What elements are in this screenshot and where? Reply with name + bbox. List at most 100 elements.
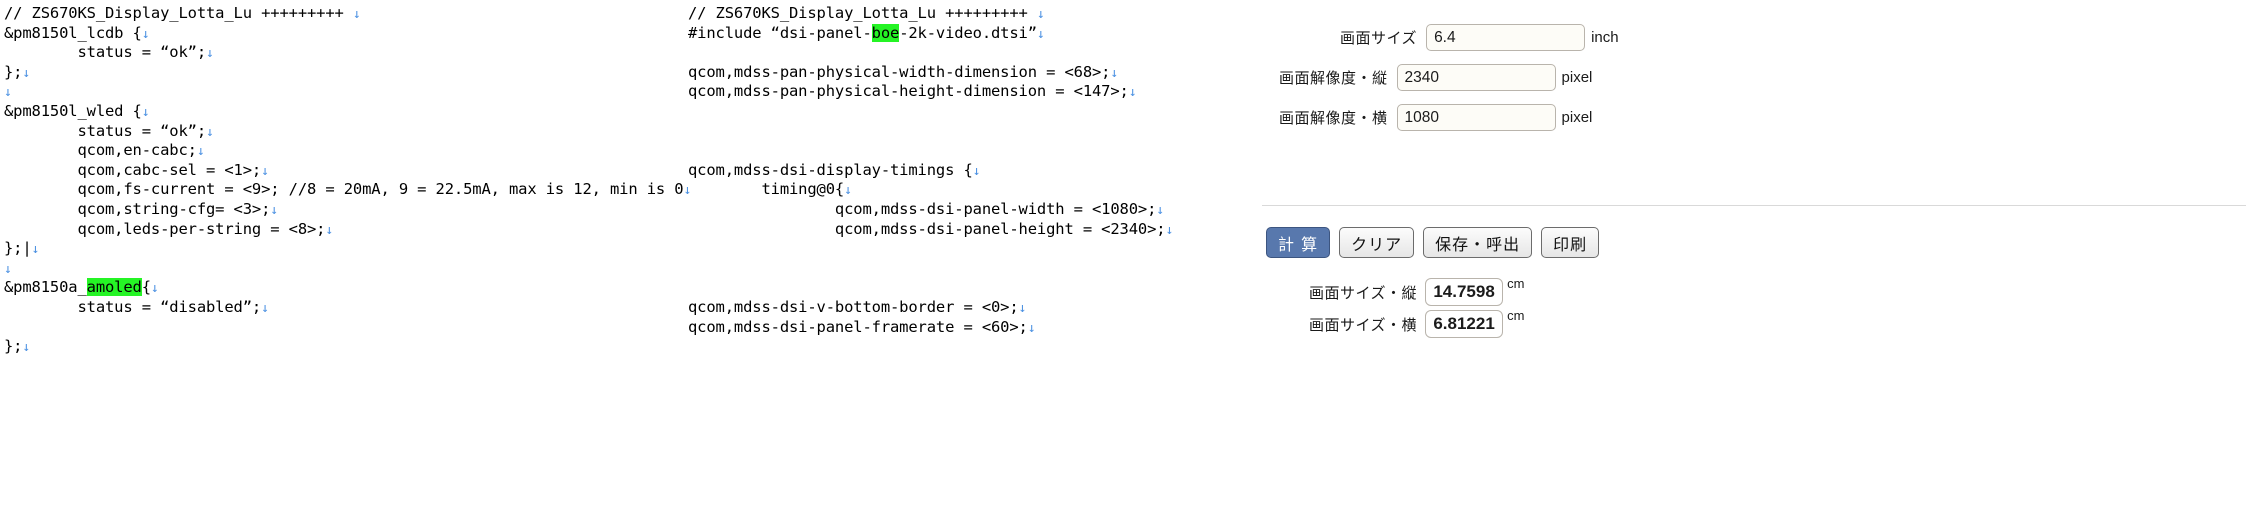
code-line: };↓	[4, 63, 691, 83]
code-text: };	[4, 337, 23, 356]
code-text: status = “disabled”;	[4, 297, 262, 316]
line-break-icon: ↓	[206, 124, 214, 140]
panel-divider	[1262, 205, 2246, 206]
code-line: status = “disabled”;↓	[4, 298, 691, 318]
result-unit: cm	[1507, 276, 1525, 291]
search-highlight: amoled	[86, 278, 142, 297]
field-unit: inch	[1591, 29, 1619, 46]
code-text: };|	[4, 239, 32, 258]
code-text: qcom,mdss-dsi-panel-height = <2340>;	[688, 219, 1166, 238]
code-line: qcom,fs-current = <9>; //8 = 20mA, 9 = 2…	[4, 180, 691, 200]
calculator-field-row: 画面解像度・横 pixel	[1279, 104, 1592, 131]
code-text: qcom,mdss-pan-physical-height-dimension …	[688, 82, 1129, 101]
calculator-button-row: 計 算クリア 保存・呼出 印刷	[1266, 227, 1600, 258]
line-break-icon: ↓	[844, 183, 852, 199]
code-text: &pm8150l_wled {	[4, 101, 142, 120]
code-text: qcom,en-cabc;	[4, 141, 197, 160]
field-label: 画面サイズ	[1340, 29, 1418, 47]
code-listing-left: // ZS670KS_Display_Lotta_Lu +++++++++ ↓ &…	[4, 4, 691, 357]
code-line: #include “dsi-panel-boe-2k-video.dtsi”↓	[688, 23, 1173, 44]
line-break-icon: ↓	[31, 242, 40, 258]
field-label: 画面解像度・縦	[1279, 69, 1388, 87]
code-line: // ZS670KS_Display_Lotta_Lu +++++++++ ↓	[688, 4, 1173, 24]
code-line: ↓	[4, 82, 691, 102]
calculator-button-3[interactable]: 印刷	[1541, 227, 1600, 258]
field-unit: pixel	[1561, 69, 1593, 86]
result-value-0: 14.7598	[1425, 278, 1504, 306]
line-break-icon: ↓	[1110, 65, 1119, 81]
code-line: qcom,mdss-dsi-display-timings {↓	[688, 161, 1173, 181]
line-break-icon: ↓	[270, 202, 278, 218]
code-listing-middle: // ZS670KS_Display_Lotta_Lu +++++++++ ↓ #…	[688, 4, 1173, 337]
code-text: timing@0{	[688, 180, 845, 199]
code-line: qcom,mdss-dsi-panel-width = <1080>;↓	[688, 200, 1173, 220]
result-label: 画面サイズ・縦	[1309, 283, 1418, 302]
code-text: &pm8150a_	[4, 278, 87, 297]
line-break-icon: ↓	[1027, 320, 1036, 336]
code-line: qcom,mdss-dsi-v-bottom-border = <0>;↓	[688, 298, 1173, 318]
result-value-1: 6.81221	[1425, 310, 1504, 338]
screen-size-calculator-panel: 画面サイズ inch 画面解像度・縦 pixel 画面解像度・横 pixel 計 算クリア…	[1262, 0, 2246, 527]
line-break-icon: ↓	[141, 104, 150, 120]
result-label: 画面サイズ・横	[1309, 315, 1418, 334]
code-text: -2k-video.dtsi”	[899, 23, 1037, 42]
calculator-button-0[interactable]: 計 算	[1266, 227, 1331, 258]
code-line: &pm8150l_wled {↓	[4, 102, 691, 122]
code-line: &pm8150l_lcdb {↓	[4, 24, 691, 44]
field-unit: pixel	[1561, 109, 1593, 126]
code-text: qcom,mdss-pan-physical-width-dimension =…	[688, 62, 1111, 81]
line-break-icon: ↓	[1128, 85, 1137, 101]
code-text: #include “dsi-panel-	[688, 23, 872, 42]
line-break-icon: ↓	[325, 222, 334, 238]
code-line: &pm8150a_amoled{↓	[4, 278, 691, 298]
line-break-icon: ↓	[261, 300, 269, 316]
line-break-icon: ↓	[261, 163, 269, 179]
calculator-button-2[interactable]: 保存・呼出	[1423, 227, 1533, 258]
line-break-icon: ↓	[4, 85, 12, 101]
code-line: };↓	[4, 337, 691, 357]
code-line: };|↓	[4, 239, 691, 259]
line-break-icon: ↓	[141, 26, 150, 42]
field-input-2[interactable]	[1396, 104, 1556, 131]
calculator-result-row: 画面サイズ・横 6.81221 cm	[1309, 308, 1524, 338]
search-highlight: boe	[871, 23, 900, 42]
code-text: status = “ok”;	[4, 43, 206, 62]
code-line: qcom,mdss-dsi-panel-height = <2340>;↓	[688, 220, 1173, 240]
code-text: // ZS670KS_Display_Lotta_Lu +++++++++	[4, 4, 353, 22]
code-line: qcom,mdss-pan-physical-height-dimension …	[688, 82, 1173, 102]
code-text: };	[4, 62, 23, 81]
code-line: ↓	[4, 259, 691, 279]
code-text: // ZS670KS_Display_Lotta_Lu +++++++++	[688, 4, 1037, 22]
code-line: // ZS670KS_Display_Lotta_Lu +++++++++ ↓	[4, 4, 691, 24]
code-line: status = “ok”;↓	[4, 122, 691, 142]
line-break-icon: ↓	[972, 163, 981, 179]
code-line: qcom,mdss-pan-physical-width-dimension =…	[688, 63, 1173, 83]
line-break-icon: ↓	[1018, 300, 1027, 316]
code-line: timing@0{↓	[688, 180, 1173, 200]
code-line: qcom,string-cfg= <3>;↓	[4, 200, 691, 220]
line-break-icon: ↓	[206, 46, 214, 62]
field-input-0[interactable]	[1426, 24, 1586, 51]
line-break-icon: ↓	[1156, 202, 1164, 218]
code-line: qcom,en-cabc;↓	[4, 141, 691, 161]
code-text: &pm8150l_lcdb {	[4, 23, 142, 42]
calculator-field-row: 画面サイズ inch	[1340, 24, 1619, 51]
code-text: qcom,mdss-dsi-display-timings {	[688, 160, 973, 179]
line-break-icon: ↓	[1036, 26, 1045, 42]
calculator-result-row: 画面サイズ・縦 14.7598 cm	[1309, 276, 1525, 306]
code-text: qcom,mdss-dsi-panel-framerate = <60>;	[688, 317, 1028, 336]
line-break-icon: ↓	[22, 65, 31, 81]
code-text: qcom,fs-current = <9>; //8 = 20mA, 9 = 2…	[4, 180, 684, 199]
field-label: 画面解像度・横	[1279, 109, 1388, 127]
field-input-1[interactable]	[1396, 64, 1556, 91]
code-text: qcom,mdss-dsi-panel-width = <1080>;	[688, 199, 1157, 218]
line-break-icon: ↓	[150, 281, 159, 297]
code-text: qcom,cabc-sel = <1>;	[4, 160, 262, 179]
calculator-button-1[interactable]: クリア	[1339, 227, 1415, 258]
